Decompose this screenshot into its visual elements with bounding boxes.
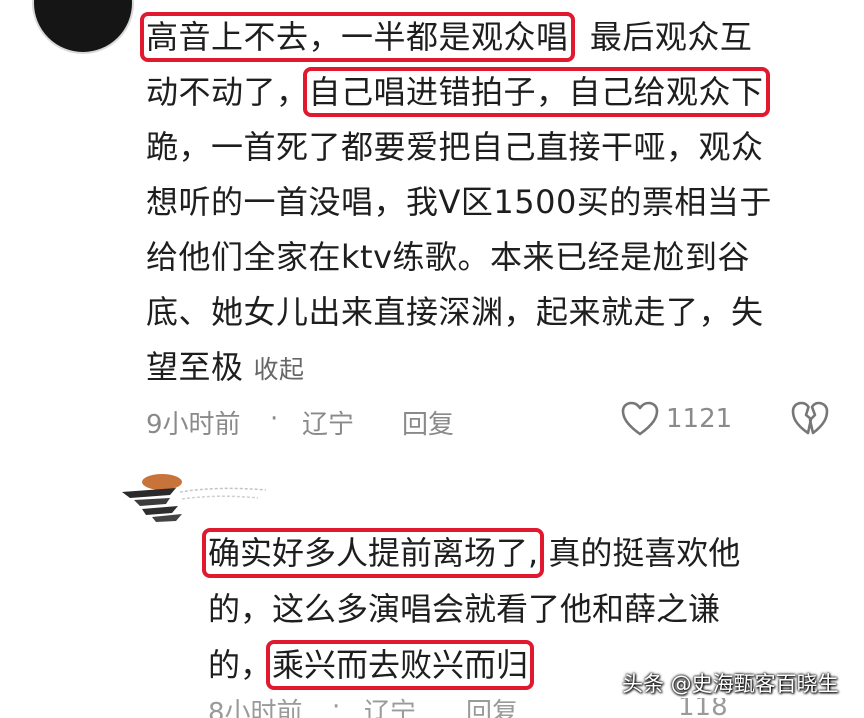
commenter-avatar[interactable] — [32, 0, 134, 54]
comment-line-2: 动不动了，自己唱进错拍子，自己给观众下 — [146, 67, 770, 117]
collapse-link[interactable]: 收起 — [254, 355, 305, 384]
highlight-box: 高音上不去，一半都是观众唱 — [140, 12, 575, 62]
highlight-box: 乘兴而去败兴而归 — [266, 640, 535, 690]
meta-separator: · — [332, 698, 341, 718]
reply-like-count: 118 — [678, 698, 728, 718]
meta-separator: · — [270, 404, 279, 434]
comment-body: 高音上不去，一半都是观众唱 最后观众互 动不动了，自己唱进错拍子，自己给观众下 … — [140, 10, 846, 395]
timestamp: 9小时前 — [146, 410, 241, 440]
comment-line-6: 底、她女儿出来直接深渊，起来就走了，失 — [146, 293, 764, 331]
reply-meta: 8小时前 · 辽宁 回复 118 — [208, 698, 848, 718]
comment-line-5: 给他们全家在ktv练歌。本来已经是尬到谷 — [146, 238, 751, 276]
comment-line-4: 想听的一首没唱，我V区1500买的票相当于 — [146, 183, 772, 221]
broken-heart-icon[interactable] — [790, 400, 830, 438]
watermark: 头条 @史海甄客百晓生 — [622, 672, 839, 696]
like-count: 1121 — [666, 404, 733, 434]
heart-icon[interactable] — [620, 400, 660, 438]
comment-line-1: 高音上不去，一半都是观众唱 最后观众互 — [140, 12, 753, 62]
reply-line-1: 确实好多人提前离场了, 真的挺喜欢他 — [201, 528, 741, 578]
reply-button[interactable]: 回复 — [402, 404, 454, 441]
reply-location: 辽宁 — [364, 698, 417, 718]
comment-line-3: 跪，一首死了都要爱把自己直接干哑，观众 — [146, 128, 764, 166]
reply-reply-button[interactable]: 回复 — [466, 698, 518, 718]
location: 辽宁 — [302, 410, 355, 440]
reply-avatar[interactable] — [118, 468, 268, 526]
comment-meta: 9小时前 · 辽宁 回复 1121 — [146, 396, 846, 446]
reply-timestamp: 8小时前 — [208, 698, 303, 718]
highlight-box: 确实好多人提前离场了, — [201, 528, 545, 578]
reply-line-2: 的，这么多演唱会就看了他和薛之谦 — [208, 590, 721, 628]
highlight-box: 自己唱进错拍子，自己给观众下 — [302, 67, 770, 117]
comment-line-7: 望至极 收起 — [146, 348, 305, 386]
